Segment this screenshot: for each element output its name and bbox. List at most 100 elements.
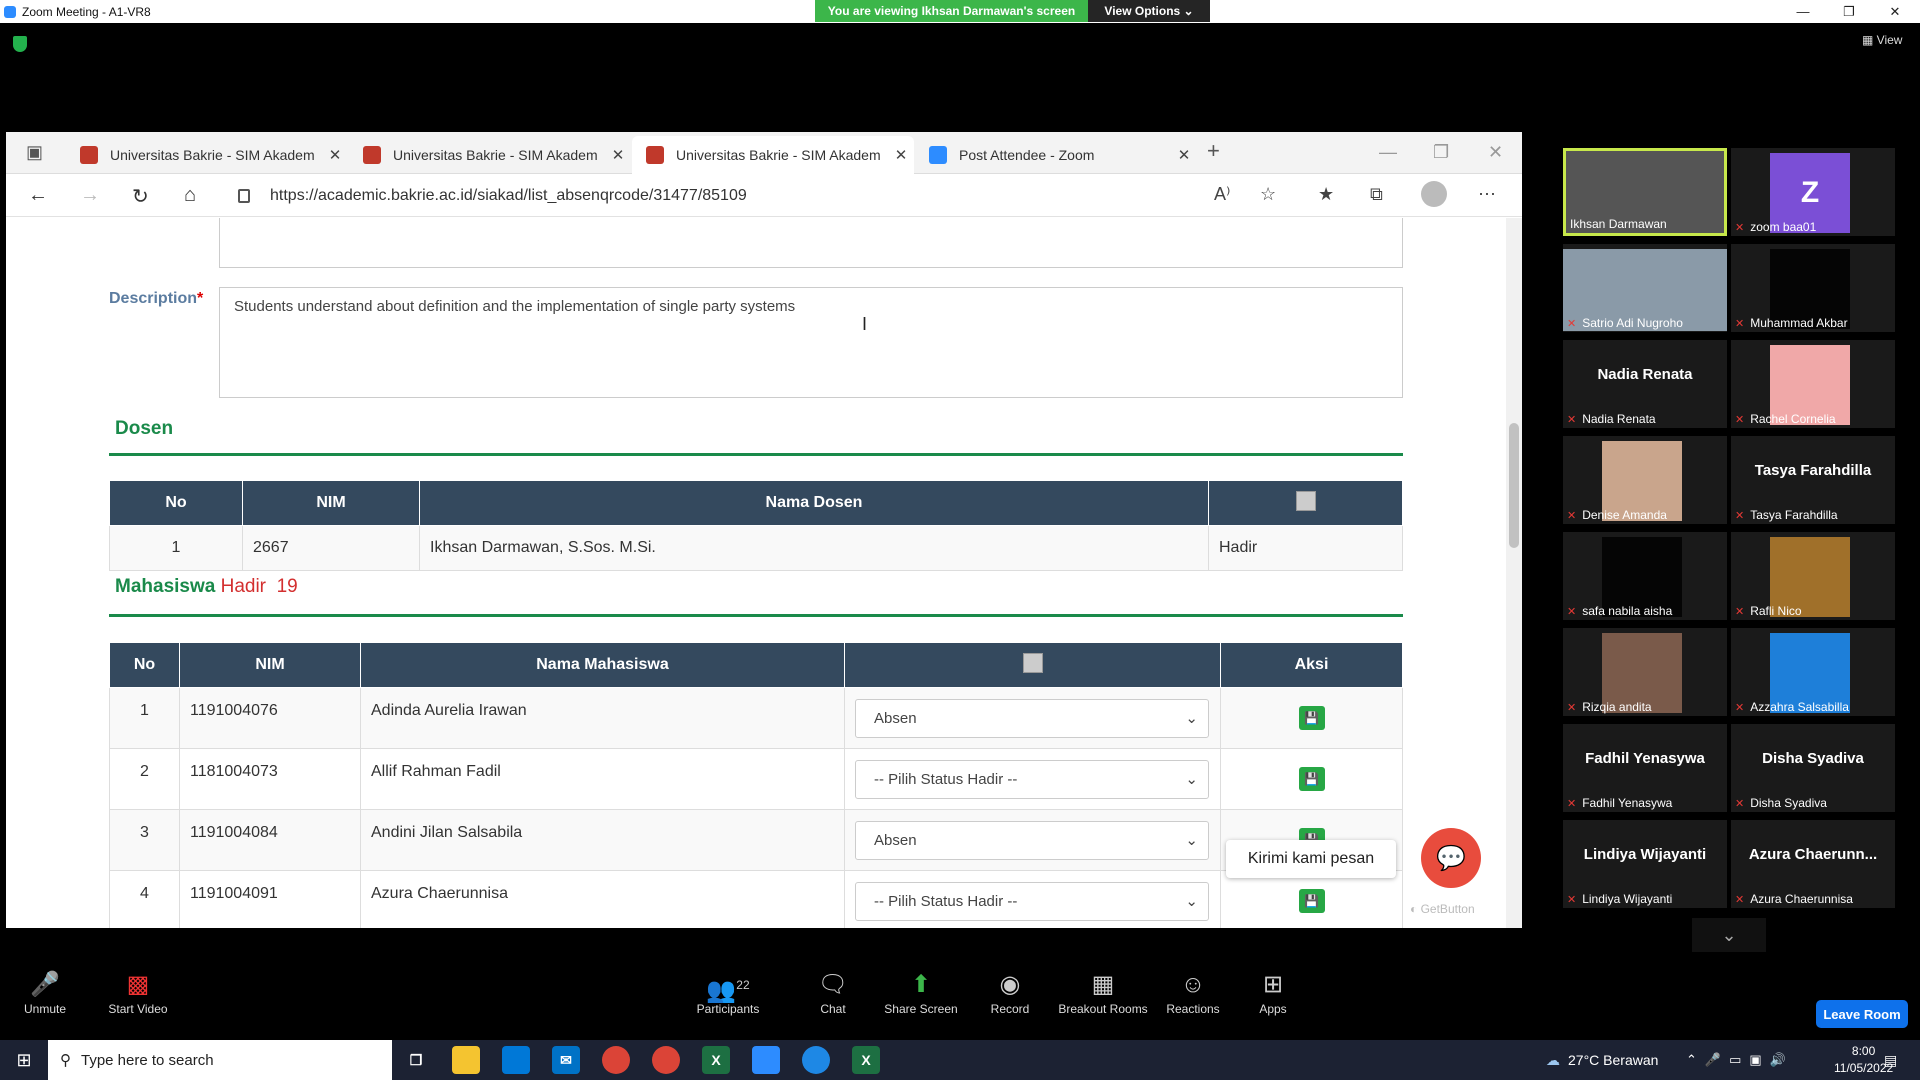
- tab-close-icon[interactable]: ✕: [322, 146, 348, 164]
- minimize-icon[interactable]: —: [1379, 142, 1397, 163]
- status-select[interactable]: -- Pilih Status Hadir -- ⌄: [855, 881, 1209, 921]
- restore-icon[interactable]: ❐: [1826, 0, 1872, 23]
- chat-widget-button[interactable]: 💬: [1421, 828, 1481, 888]
- collections-icon[interactable]: ⧉: [1370, 184, 1383, 205]
- zoom-icon[interactable]: [752, 1046, 780, 1074]
- participant-tile[interactable]: Z ✕ zoom baa01: [1731, 148, 1895, 236]
- tab-close-icon[interactable]: ✕: [888, 146, 914, 164]
- excel-icon[interactable]: X: [852, 1046, 880, 1074]
- status-select[interactable]: Absen ⌄: [855, 820, 1209, 860]
- participant-tile[interactable]: Fadhil Yenasywa ✕ Fadhil Yenasywa: [1563, 724, 1727, 812]
- participants-button[interactable]: 👥22 Participants: [683, 968, 773, 1016]
- participant-name-label: ✕ safa nabila aisha: [1567, 604, 1672, 618]
- browser-tab-1[interactable]: Universitas Bakrie - SIM Akadem ✕: [66, 136, 348, 174]
- leave-room-button[interactable]: Leave Room: [1816, 1000, 1908, 1028]
- task-view-icon[interactable]: ❐: [402, 1046, 430, 1074]
- cell-status: Absen ⌄: [844, 687, 1221, 749]
- restore-icon[interactable]: ❐: [1433, 142, 1449, 163]
- description-label-text: Description: [109, 290, 198, 307]
- file-explorer-icon[interactable]: [452, 1046, 480, 1074]
- notification-icon[interactable]: ▤: [1884, 1040, 1897, 1080]
- participant-tile[interactable]: ✕ Muhammad Akbar: [1731, 244, 1895, 332]
- cell-status: -- Pilih Status Hadir -- ⌄: [844, 870, 1221, 928]
- back-icon[interactable]: ←: [28, 184, 48, 207]
- participant-tile[interactable]: ✕ Rafli Nico: [1731, 532, 1895, 620]
- encryption-shield-icon[interactable]: [13, 36, 27, 52]
- start-video-button[interactable]: ▩ Start Video: [93, 968, 183, 1016]
- view-button[interactable]: ▦ View: [1862, 33, 1902, 47]
- windows-start-icon[interactable]: ⊞: [0, 1040, 48, 1080]
- select-all-checkbox[interactable]: [1022, 652, 1043, 673]
- mail-icon[interactable]: ✉: [552, 1046, 580, 1074]
- status-select[interactable]: Absen ⌄: [855, 698, 1209, 738]
- chrome-icon[interactable]: [602, 1046, 630, 1074]
- address-bar[interactable]: https://academic.bakrie.ac.id/siakad/lis…: [238, 179, 1278, 212]
- system-tray-icons[interactable]: ⌃🎤▭▣🔊: [1686, 1040, 1794, 1080]
- profile-avatar[interactable]: [1421, 181, 1447, 207]
- home-icon[interactable]: ⌂: [184, 184, 196, 207]
- participant-display-name: Azura Chaerunn...: [1748, 846, 1878, 863]
- record-button[interactable]: ◉ Record: [965, 968, 1055, 1016]
- participant-name: Tasya Farahdilla: [1750, 508, 1838, 522]
- browser-tab-3[interactable]: Universitas Bakrie - SIM Akadem ✕: [632, 136, 914, 174]
- store-icon[interactable]: [502, 1046, 530, 1074]
- lock-icon[interactable]: [238, 188, 250, 203]
- save-button[interactable]: 💾: [1298, 706, 1325, 730]
- participant-tile[interactable]: ✕ Rachel Cornelia: [1731, 340, 1895, 428]
- unmute-button[interactable]: 🎤 Unmute: [0, 968, 90, 1016]
- add-favorite-icon[interactable]: ☆: [1260, 184, 1276, 205]
- save-button[interactable]: 💾: [1298, 767, 1325, 791]
- page-scrollbar[interactable]: [1506, 218, 1522, 928]
- participant-tile[interactable]: Ikhsan Darmawan: [1563, 148, 1727, 236]
- tab-close-icon[interactable]: ✕: [1171, 146, 1197, 164]
- status-select[interactable]: -- Pilih Status Hadir -- ⌄: [855, 759, 1209, 799]
- participant-tile[interactable]: Azura Chaerunn... ✕ Azura Chaerunnisa: [1731, 820, 1895, 908]
- reactions-button[interactable]: ☺ Reactions: [1148, 968, 1238, 1016]
- close-icon[interactable]: ✕: [1488, 142, 1503, 163]
- chrome-icon[interactable]: [652, 1046, 680, 1074]
- participant-tile[interactable]: ✕ safa nabila aisha: [1563, 532, 1727, 620]
- chat-bubble-icon: 💬: [1436, 844, 1466, 872]
- teamviewer-icon[interactable]: [802, 1046, 830, 1074]
- participant-tile[interactable]: Tasya Farahdilla ✕ Tasya Farahdilla: [1731, 436, 1895, 524]
- excel-icon[interactable]: X: [702, 1046, 730, 1074]
- col-no: No: [109, 480, 243, 526]
- browser-tab-4[interactable]: Post Attendee - Zoom ✕: [915, 136, 1197, 174]
- browser-tab-2[interactable]: Universitas Bakrie - SIM Akadem ✕: [349, 136, 631, 174]
- tab-actions-icon[interactable]: ▣: [26, 142, 43, 163]
- participant-tile[interactable]: ✕ Denise Amanda: [1563, 436, 1727, 524]
- minimize-icon[interactable]: —: [1780, 0, 1826, 23]
- weather-widget[interactable]: ☁ 27°C Berawan: [1546, 1040, 1658, 1080]
- refresh-icon[interactable]: ↻: [132, 184, 149, 209]
- participant-tile[interactable]: Nadia Renata ✕ Nadia Renata: [1563, 340, 1727, 428]
- mic-muted-icon: ✕: [1735, 893, 1745, 906]
- select-all-checkbox[interactable]: [1295, 490, 1316, 511]
- more-icon[interactable]: ⋯: [1478, 184, 1496, 205]
- participant-tile[interactable]: Lindiya Wijayanti ✕ Lindiya Wijayanti: [1563, 820, 1727, 908]
- new-tab-icon[interactable]: +: [1207, 138, 1220, 164]
- video-off-icon: ▩: [126, 971, 150, 998]
- participant-tile[interactable]: ✕ Satrio Adi Nugroho: [1563, 244, 1727, 332]
- title-field[interactable]: [219, 218, 1403, 268]
- getbutton-branding[interactable]: ◐ GetButton: [1410, 902, 1475, 916]
- share-screen-button[interactable]: ⬆ Share Screen: [876, 968, 966, 1016]
- participant-tile[interactable]: ✕ Rizqia andita: [1563, 628, 1727, 716]
- view-options-button[interactable]: View Options ⌄: [1088, 0, 1210, 22]
- status-select-value: Absen: [874, 831, 917, 849]
- mic-muted-icon: ✕: [1567, 413, 1577, 426]
- read-aloud-icon[interactable]: A⁾: [1214, 184, 1230, 205]
- taskbar-search-input[interactable]: ⚲ Type here to search: [48, 1040, 392, 1080]
- forward-icon[interactable]: →: [80, 184, 100, 207]
- scrollbar-thumb[interactable]: [1509, 423, 1519, 548]
- gallery-scroll-down-icon[interactable]: ⌄: [1692, 918, 1766, 952]
- save-button[interactable]: 💾: [1298, 889, 1325, 913]
- tab-close-icon[interactable]: ✕: [605, 146, 631, 164]
- participant-tile[interactable]: ✕ Azzahra Salsabilla: [1731, 628, 1895, 716]
- favorites-icon[interactable]: ★: [1318, 184, 1334, 205]
- mic-muted-icon: ✕: [1567, 509, 1577, 522]
- chat-button[interactable]: 🗨 Chat: [788, 968, 878, 1016]
- participant-tile[interactable]: Disha Syadiva ✕ Disha Syadiva: [1731, 724, 1895, 812]
- apps-button[interactable]: ⊞ Apps: [1228, 968, 1318, 1016]
- close-icon[interactable]: ✕: [1872, 0, 1918, 23]
- breakout-rooms-button[interactable]: ▦ Breakout Rooms: [1058, 968, 1148, 1016]
